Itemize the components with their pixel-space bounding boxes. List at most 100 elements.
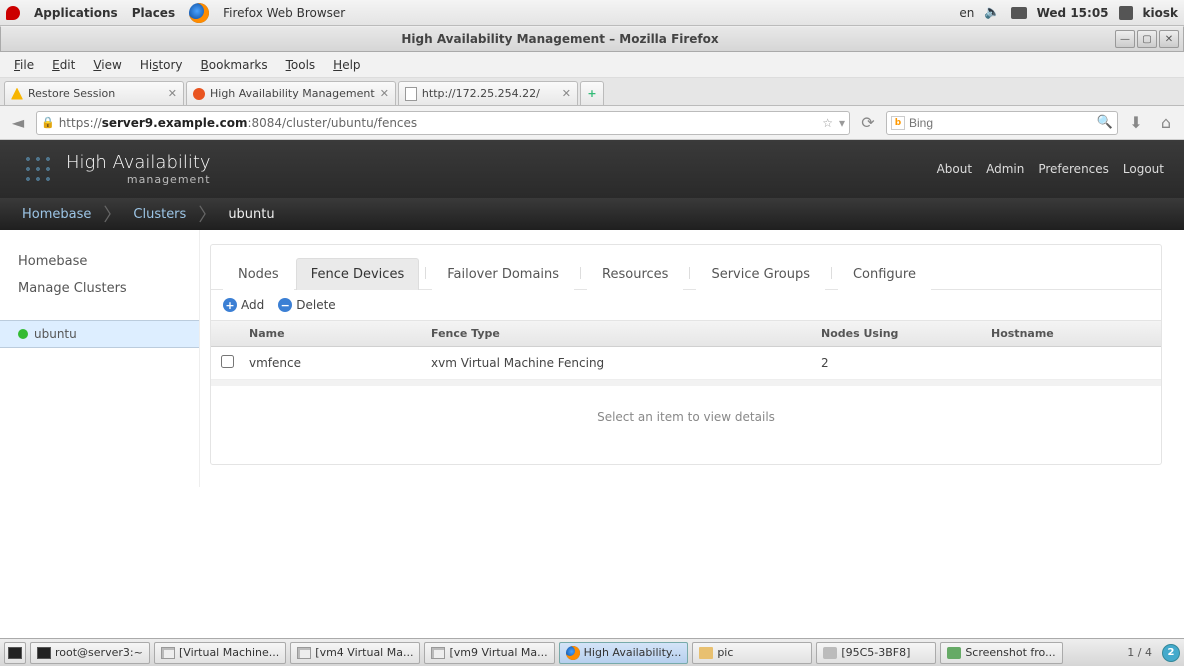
row-checkbox[interactable] <box>221 355 234 368</box>
breadcrumb: Homebase 〉 Clusters 〉 ubuntu <box>0 198 1184 230</box>
clock[interactable]: Wed 15:05 <box>1037 6 1109 20</box>
crumb-clusters[interactable]: Clusters <box>121 207 198 222</box>
task-disk[interactable]: [95C5-3BF8] <box>816 642 936 664</box>
search-input[interactable] <box>909 116 1093 130</box>
menu-bookmarks[interactable]: Bookmarks <box>193 54 276 76</box>
downloads-button[interactable]: ⬇ <box>1124 111 1148 135</box>
tab-close-icon[interactable]: ✕ <box>380 87 389 100</box>
sidebar-item-homebase[interactable]: Homebase <box>0 248 199 275</box>
distro-icon <box>6 6 20 20</box>
action-bar: + Add − Delete <box>211 290 1161 321</box>
search-icon[interactable]: 🔍 <box>1097 115 1113 130</box>
task-vm4[interactable]: [vm4 Virtual Ma... <box>290 642 420 664</box>
show-desktop-button[interactable] <box>4 642 26 664</box>
col-name[interactable]: Name <box>249 327 431 340</box>
fence-table: Name Fence Type Nodes Using Hostname vmf… <box>211 321 1161 380</box>
menu-view[interactable]: View <box>85 54 129 76</box>
details-placeholder: Select an item to view details <box>211 380 1161 464</box>
sound-icon[interactable] <box>984 5 1000 20</box>
new-tab-button[interactable]: + <box>580 81 604 105</box>
table-header: Name Fence Type Nodes Using Hostname <box>211 321 1161 347</box>
search-bar[interactable]: b 🔍 <box>886 111 1118 135</box>
task-folder-pic[interactable]: pic <box>692 642 812 664</box>
task-terminal[interactable]: root@server3:~ <box>30 642 150 664</box>
content-tabs: Nodes Fence Devices Failover Domains Res… <box>211 245 1161 290</box>
page-icon <box>405 87 417 101</box>
gnome-top-panel: Applications Places Firefox Web Browser … <box>0 0 1184 26</box>
link-about[interactable]: About <box>937 162 972 176</box>
window-minimize-button[interactable]: — <box>1115 30 1135 48</box>
reload-button[interactable]: ⟳ <box>856 111 880 135</box>
task-screenshot[interactable]: Screenshot fro... <box>940 642 1062 664</box>
app-title: High Availability <box>66 152 211 173</box>
app-logo: High Availability management <box>20 151 211 187</box>
accessibility-icon[interactable] <box>1011 7 1027 19</box>
window-titlebar[interactable]: High Availability Management – Mozilla F… <box>0 26 1184 52</box>
link-admin[interactable]: Admin <box>986 162 1024 176</box>
tab-label: High Availability Management <box>210 87 375 100</box>
delete-button[interactable]: − Delete <box>278 298 335 312</box>
status-dot-icon <box>18 329 28 339</box>
task-vm9[interactable]: [vm9 Virtual Ma... <box>424 642 554 664</box>
sidebar-cluster-label: ubuntu <box>34 327 77 341</box>
tab-close-icon[interactable]: ✕ <box>168 87 177 100</box>
col-type[interactable]: Fence Type <box>431 327 821 340</box>
disk-icon <box>823 647 837 659</box>
home-button[interactable]: ⌂ <box>1154 111 1178 135</box>
vm-icon <box>161 647 175 659</box>
menu-file[interactable]: FFileile <box>6 54 42 76</box>
link-preferences[interactable]: Preferences <box>1038 162 1109 176</box>
notification-badge[interactable]: 2 <box>1162 644 1180 662</box>
crumb-homebase[interactable]: Homebase <box>10 207 103 222</box>
terminal-icon <box>37 647 51 659</box>
task-vm1[interactable]: [Virtual Machine... <box>154 642 286 664</box>
bookmark-star-icon[interactable]: ☆ <box>822 116 833 130</box>
tab-restore-session[interactable]: Restore Session ✕ <box>4 81 184 105</box>
tab-configure[interactable]: Configure <box>838 258 931 290</box>
tab-ip-address[interactable]: http://172.25.254.22/ ✕ <box>398 81 578 105</box>
cell-type: xvm Virtual Machine Fencing <box>431 356 821 370</box>
vm-icon <box>297 647 311 659</box>
user-menu[interactable]: kiosk <box>1143 6 1178 20</box>
keyboard-layout-indicator[interactable]: en <box>959 6 974 20</box>
browser-menubar: FFileile Edit View History Bookmarks Too… <box>0 52 1184 78</box>
user-icon <box>1119 6 1133 20</box>
url-text: https://server9.example.com:8084/cluster… <box>59 116 417 130</box>
places-menu[interactable]: Places <box>132 6 175 20</box>
menu-history[interactable]: History <box>132 54 191 76</box>
dropdown-icon[interactable]: ▾ <box>839 116 845 130</box>
tab-close-icon[interactable]: ✕ <box>562 87 571 100</box>
tab-failover-domains[interactable]: Failover Domains <box>432 258 574 290</box>
menu-edit[interactable]: Edit <box>44 54 83 76</box>
cell-nodes: 2 <box>821 356 991 370</box>
back-button[interactable]: ◄ <box>6 111 30 135</box>
tab-high-availability[interactable]: High Availability Management ✕ <box>186 81 396 105</box>
browser-tabstrip: Restore Session ✕ High Availability Mana… <box>0 78 1184 106</box>
task-firefox[interactable]: High Availability... <box>559 642 689 664</box>
workspace-indicator[interactable]: 1 / 4 <box>1123 646 1156 659</box>
tab-service-groups[interactable]: Service Groups <box>696 258 825 290</box>
sidebar-item-manage-clusters[interactable]: Manage Clusters <box>0 275 199 302</box>
delete-label: Delete <box>296 298 335 312</box>
add-button[interactable]: + Add <box>223 298 264 312</box>
applications-menu[interactable]: Applications <box>34 6 118 20</box>
tab-resources[interactable]: Resources <box>587 258 683 290</box>
gnome-bottom-panel: root@server3:~ [Virtual Machine... [vm4 … <box>0 638 1184 666</box>
col-hostname[interactable]: Hostname <box>991 327 1151 340</box>
window-close-button[interactable]: ✕ <box>1159 30 1179 48</box>
window-maximize-button[interactable]: ▢ <box>1137 30 1157 48</box>
vm-icon <box>431 647 445 659</box>
menu-tools[interactable]: Tools <box>278 54 324 76</box>
tab-nodes[interactable]: Nodes <box>223 258 294 290</box>
active-app-label[interactable]: Firefox Web Browser <box>223 6 345 20</box>
url-bar[interactable]: 🔒 https://server9.example.com:8084/clust… <box>36 111 850 135</box>
lock-icon: 🔒 <box>41 116 55 129</box>
tab-fence-devices[interactable]: Fence Devices <box>296 258 420 290</box>
firefox-icon <box>566 646 580 660</box>
screenshot-icon <box>947 647 961 659</box>
menu-help[interactable]: Help <box>325 54 368 76</box>
table-row[interactable]: vmfence xvm Virtual Machine Fencing 2 <box>211 347 1161 380</box>
link-logout[interactable]: Logout <box>1123 162 1164 176</box>
sidebar-item-cluster[interactable]: ubuntu <box>0 320 199 348</box>
col-nodes-using[interactable]: Nodes Using <box>821 327 991 340</box>
